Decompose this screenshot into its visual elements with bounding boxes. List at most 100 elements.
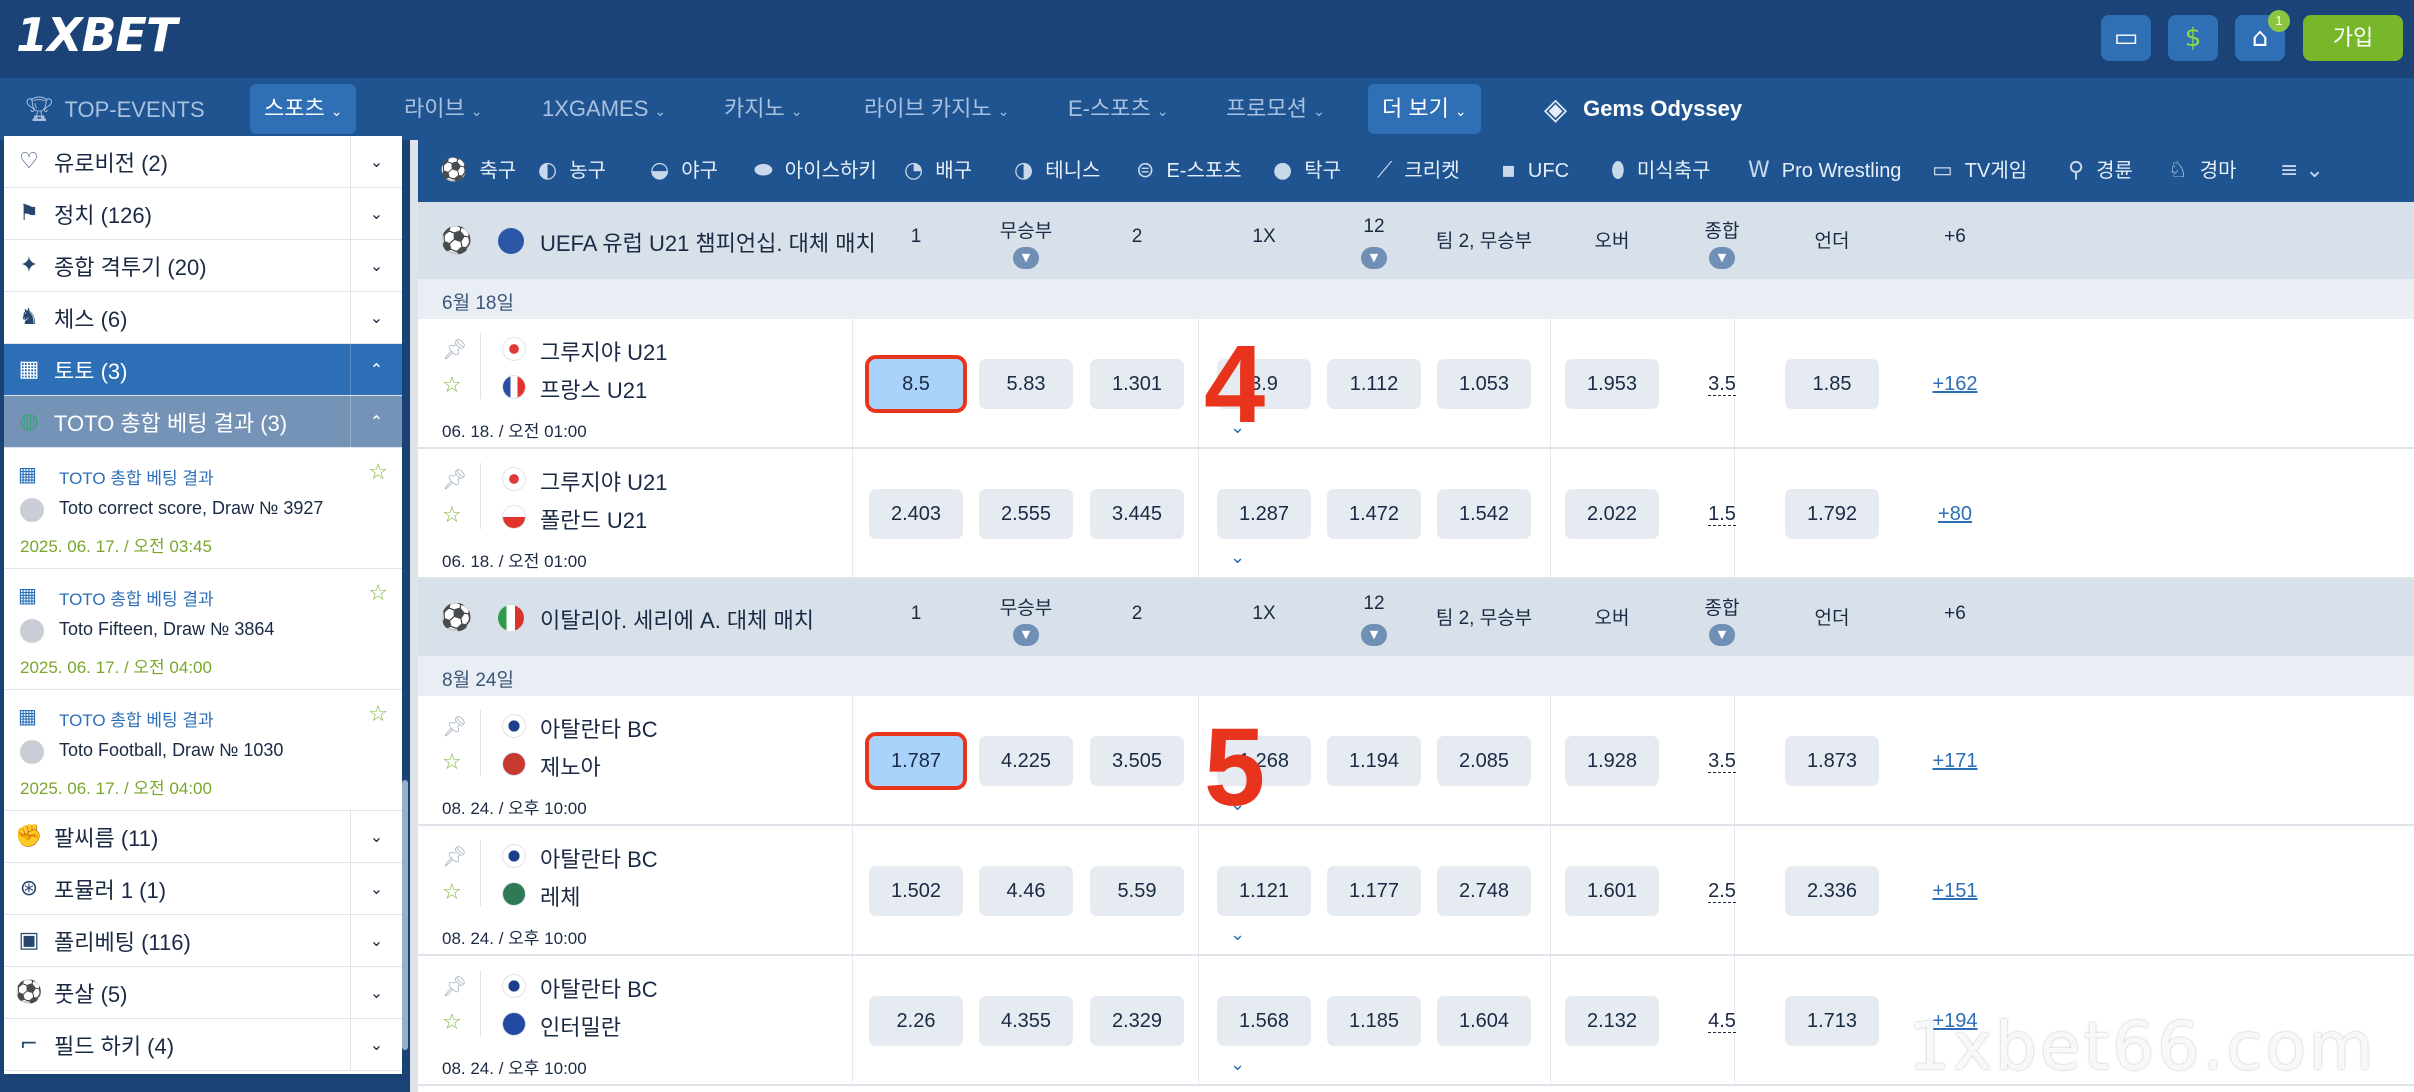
gift-icon[interactable]: ⌂ 1 — [2235, 10, 2290, 61]
odds-button[interactable]: 1.873 — [1785, 736, 1879, 786]
sport-tab-1[interactable]: ◐ 농구 — [538, 140, 606, 202]
odds-button[interactable]: 2.022 — [1565, 489, 1659, 539]
odds-button[interactable]: 1.287 — [1217, 489, 1311, 539]
sidebar-item-toto[interactable]: ▦ 토토 (3) ⌃ — [4, 344, 402, 396]
sport-tab-3[interactable]: ⬬ 아이스하키 — [754, 140, 877, 202]
nav-sports[interactable]: 스포츠 ⌄ — [250, 84, 357, 134]
odds-button[interactable]: 1.713 — [1785, 996, 1879, 1046]
chevron-down-icon[interactable]: ▼ — [1013, 247, 1039, 269]
nav-casino[interactable]: 카지노 ⌄ — [710, 84, 816, 134]
team1-name[interactable]: 그루지야 U21 — [540, 465, 667, 497]
odds-button[interactable]: 1.112 — [1327, 359, 1421, 409]
sidebar-item-toto-results[interactable]: ◍ TOTO 총합 베팅 결과 (3) ⌃ — [4, 396, 402, 448]
team2-name[interactable]: 인터밀란 — [540, 1010, 621, 1042]
sport-tab-11[interactable]: W Pro Wrestling — [1748, 140, 1901, 202]
odds-button[interactable]: 1.053 — [1437, 359, 1531, 409]
join-button[interactable]: 가입 — [2303, 15, 2403, 61]
sidebar-item-top-1[interactable]: ⚑ 정치 (126) ⌄ — [4, 188, 402, 240]
odds-button[interactable]: 4.225 — [979, 736, 1073, 786]
team1-name[interactable]: 아탈란타 BC — [540, 712, 658, 744]
team1-name[interactable]: 아탈란타 BC — [540, 842, 658, 874]
odds-button[interactable]: 2.26 — [869, 996, 963, 1046]
chevron-down-icon[interactable]: ⌄ — [350, 240, 402, 291]
star-icon[interactable]: ☆ — [442, 750, 462, 775]
sport-tab-0[interactable]: ⚽ 축구 — [440, 140, 516, 202]
sport-tab-7[interactable]: ● 탁구 — [1273, 140, 1341, 202]
more-markets-link[interactable]: +151 — [1920, 866, 1990, 916]
team2-name[interactable]: 프랑스 U21 — [540, 373, 647, 405]
odds-button[interactable]: 5.83 — [979, 359, 1073, 409]
chevron-down-icon[interactable]: ▼ — [1709, 247, 1735, 269]
pin-icon[interactable]: 📌︎ — [442, 974, 467, 998]
more-markets-link[interactable]: +80 — [1920, 489, 1990, 539]
pin-icon[interactable]: 📌︎ — [442, 714, 467, 738]
chevron-down-icon[interactable]: ⌄ — [350, 967, 402, 1018]
odds-button[interactable]: 1.301 — [1090, 359, 1184, 409]
league-header[interactable]: ⚽ 이탈리아. 세리에 A. 대체 매치 1 무승부 ▼ 2 1X 12 ▼ 팀 2, 무승부 오버… — [418, 579, 2414, 656]
pin-icon[interactable]: 📌︎ — [442, 337, 467, 361]
sidebar-item-bottom-2[interactable]: ▣ 폴리베팅 (116) ⌄ — [4, 915, 402, 967]
toto-result-card[interactable]: ▦ TOTO 총합 베팅 결과 ☆ Toto correct score, Draw … — [4, 448, 402, 569]
nav-live[interactable]: 라이브 ⌄ — [390, 84, 496, 134]
odds-button[interactable]: 1.601 — [1565, 866, 1659, 916]
chevron-down-icon[interactable]: ▼ — [1361, 624, 1387, 646]
ticket-icon[interactable]: ▭ — [2101, 15, 2151, 61]
odds-button[interactable]: 1.185 — [1327, 996, 1421, 1046]
star-icon[interactable]: ☆ — [368, 460, 388, 485]
column-header[interactable]: +6 — [1905, 226, 2005, 248]
odds-button[interactable]: 1.792 — [1785, 489, 1879, 539]
sidebar-item-top-0[interactable]: ♡ 유로비전 (2) ⌄ — [4, 136, 402, 188]
chevron-down-icon[interactable]: ⌄ — [350, 915, 402, 966]
team1-name[interactable]: 아탈란타 BC — [540, 972, 658, 1004]
chevron-down-icon[interactable]: ⌄ — [350, 136, 402, 187]
chevron-up-icon[interactable]: ⌃ — [350, 396, 402, 447]
sidebar-scrollbar[interactable] — [402, 780, 408, 1050]
odds-button[interactable]: 1.928 — [1565, 736, 1659, 786]
chevron-down-icon[interactable]: ⌄ — [350, 188, 402, 239]
pin-icon[interactable]: 📌︎ — [442, 844, 467, 868]
sport-tab-2[interactable]: ◒ 야구 — [650, 140, 718, 202]
nav-more[interactable]: 더 보기 ⌄ — [1368, 84, 1481, 134]
sidebar-item-top-2[interactable]: ✦ 종합 격투기 (20) ⌄ — [4, 240, 402, 292]
odds-button[interactable]: 2.329 — [1090, 996, 1184, 1046]
sport-tab-8[interactable]: ⟋ 크리켓 — [1377, 140, 1460, 202]
sport-tab-6[interactable]: ⊜ E-스포츠 — [1136, 140, 1242, 202]
sport-tab-13[interactable]: ⚲ 경륜 — [2068, 140, 2133, 202]
odds-button[interactable]: 1.953 — [1565, 359, 1659, 409]
sport-tab-9[interactable]: ▪ UFC — [1501, 140, 1569, 202]
odds-button[interactable]: 3.505 — [1090, 736, 1184, 786]
odds-button[interactable]: 4.46 — [979, 866, 1073, 916]
chevron-up-icon[interactable]: ⌃ — [350, 344, 402, 395]
team1-name[interactable]: 그루지야 U21 — [540, 335, 667, 367]
sidebar-item-top-3[interactable]: ♞ 체스 (6) ⌄ — [4, 292, 402, 344]
sport-tab-14[interactable]: ♘ 경마 — [2168, 140, 2237, 202]
team2-name[interactable]: 레체 — [540, 880, 580, 912]
chevron-down-icon[interactable]: ▼ — [1709, 624, 1735, 646]
odds-button[interactable]: 8.5 — [865, 355, 967, 413]
odds-button[interactable]: 1.472 — [1327, 489, 1421, 539]
nav-esports[interactable]: E-스포츠 ⌄ — [1054, 84, 1182, 134]
odds-button[interactable]: 2.403 — [869, 489, 963, 539]
sidebar-item-bottom-3[interactable]: ⚽ 풋살 (5) ⌄ — [4, 967, 402, 1019]
chevron-down-icon[interactable]: ⌄ — [1230, 1054, 1245, 1075]
star-icon[interactable]: ☆ — [442, 503, 462, 528]
nav-1xgames[interactable]: 1XGAMES ⌄ — [528, 84, 680, 134]
odds-button[interactable]: 1.502 — [869, 866, 963, 916]
toto-result-card[interactable]: ▦ TOTO 총합 베팅 결과 ☆ Toto Football, Draw № 103… — [4, 690, 402, 811]
star-icon[interactable]: ☆ — [368, 702, 388, 727]
odds-button[interactable]: 1.85 — [1785, 359, 1879, 409]
star-icon[interactable]: ☆ — [442, 1010, 462, 1035]
odds-button[interactable]: 2.085 — [1437, 736, 1531, 786]
nav-promotions[interactable]: 프로모션 ⌄ — [1212, 84, 1339, 134]
column-header[interactable]: +6 — [1905, 603, 2005, 625]
chevron-down-icon[interactable]: ⌄ — [1230, 924, 1245, 945]
odds-button[interactable]: 1.194 — [1327, 736, 1421, 786]
star-icon[interactable]: ☆ — [442, 880, 462, 905]
odds-button[interactable]: 2.336 — [1785, 866, 1879, 916]
sport-tab-12[interactable]: ▭ TV게임 — [1932, 140, 2027, 202]
star-icon[interactable]: ☆ — [442, 373, 462, 398]
nav-top-events[interactable]: 🏆︎ TOP-EVENTS — [10, 84, 219, 134]
chevron-down-icon[interactable]: ▼ — [1013, 624, 1039, 646]
chevron-down-icon[interactable]: ▼ — [1361, 247, 1387, 269]
sidebar-item-bottom-4[interactable]: ⌐ 필드 하키 (4) ⌄ — [4, 1019, 402, 1071]
